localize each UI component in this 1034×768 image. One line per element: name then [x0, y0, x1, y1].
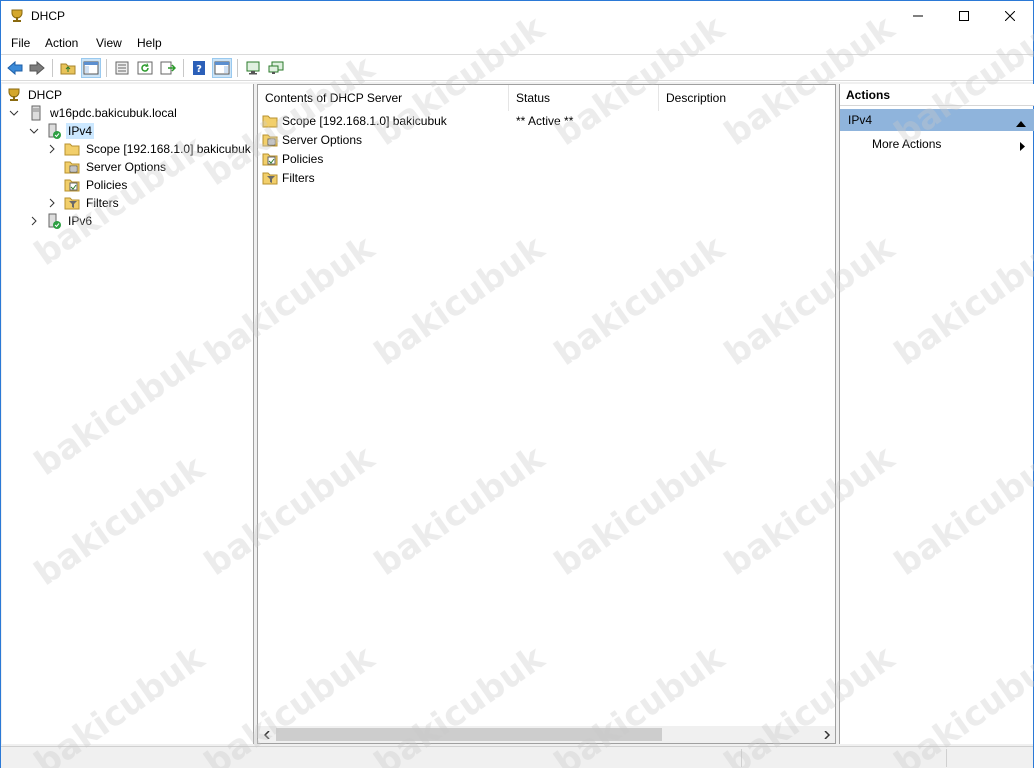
- list-item[interactable]: Server Options: [262, 130, 822, 149]
- list-item[interactable]: Scope [192.168.1.0] bakicubuk ** Active …: [262, 111, 822, 130]
- menu-view[interactable]: View: [96, 36, 122, 50]
- actions-group-label: IPv4: [848, 113, 873, 127]
- dhcp-app-icon: [9, 8, 25, 24]
- chevron-right-icon[interactable]: [46, 143, 58, 155]
- server-options-icon: [64, 159, 80, 175]
- status-segment: [741, 749, 742, 767]
- export-list-icon[interactable]: [158, 58, 178, 78]
- list-item-name: Filters: [282, 170, 315, 185]
- main-area: DHCP w16pdc.bakicubuk.local IPv4 Scope […: [1, 82, 1034, 746]
- more-actions-link[interactable]: More Actions: [872, 137, 941, 151]
- list-item-name: Scope [192.168.1.0] bakicubuk: [282, 113, 447, 128]
- status-bar: [1, 746, 1033, 768]
- tree-node-scope[interactable]: Scope [192.168.1.0] bakicubuk: [46, 140, 253, 158]
- horizontal-scrollbar[interactable]: [258, 726, 835, 743]
- column-header-status[interactable]: Status: [509, 85, 659, 111]
- close-button[interactable]: [987, 1, 1033, 31]
- list-item-status: ** Active **: [516, 113, 574, 128]
- window-title: DHCP: [31, 9, 66, 23]
- add-server-icon[interactable]: [266, 58, 286, 78]
- tree-node-server[interactable]: w16pdc.bakicubuk.local: [8, 104, 179, 122]
- column-header-description[interactable]: Description: [659, 85, 835, 111]
- tree-label: DHCP: [28, 88, 63, 102]
- chevron-down-icon[interactable]: [28, 125, 40, 137]
- filter-icon: [262, 170, 278, 186]
- show-hide-console-tree-icon[interactable]: [81, 58, 101, 78]
- scrollbar-thumb[interactable]: [276, 728, 662, 741]
- dhcp-trophy-icon: [6, 87, 22, 103]
- menu-file[interactable]: File: [11, 36, 30, 50]
- status-segment: [946, 749, 947, 767]
- forward-arrow-icon[interactable]: [27, 58, 47, 78]
- list-item[interactable]: Policies: [262, 149, 822, 168]
- tree-label: IPv6: [68, 214, 93, 228]
- back-arrow-icon[interactable]: [5, 58, 25, 78]
- tree-label: Filters: [86, 196, 119, 210]
- tree-node-filters[interactable]: Filters: [46, 194, 121, 212]
- tree-label: IPv4: [66, 123, 95, 139]
- tree-node-ipv4[interactable]: IPv4: [28, 122, 95, 140]
- toolbar: ?: [1, 54, 1033, 81]
- list-item[interactable]: Filters: [262, 168, 822, 187]
- tree-node-policies[interactable]: Policies: [64, 176, 129, 194]
- filter-icon: [64, 195, 80, 211]
- title-bar: DHCP: [1, 1, 1033, 31]
- maximize-button[interactable]: [941, 1, 987, 31]
- tree-label: w16pdc.bakicubuk.local: [50, 106, 177, 120]
- properties-icon[interactable]: [112, 58, 132, 78]
- console-tree: DHCP w16pdc.bakicubuk.local IPv4 Scope […: [2, 84, 254, 744]
- refresh-icon[interactable]: [135, 58, 155, 78]
- list-item-name: Policies: [282, 151, 324, 166]
- chevron-right-icon[interactable]: [46, 197, 58, 209]
- minimize-button[interactable]: [895, 1, 941, 31]
- server-icon: [28, 105, 44, 121]
- tree-label: Server Options: [86, 160, 167, 174]
- policies-icon: [262, 151, 278, 167]
- ipv4-server-icon: [46, 123, 62, 139]
- actions-group-ipv4[interactable]: IPv4: [840, 109, 1034, 131]
- svg-text:?: ?: [196, 64, 202, 75]
- tree-node-server-options[interactable]: Server Options: [64, 158, 168, 176]
- tree-node-dhcp[interactable]: DHCP: [6, 86, 64, 104]
- authorize-server-icon[interactable]: [243, 58, 263, 78]
- menu-bar: File Action View Help: [1, 32, 1033, 54]
- chevron-down-icon[interactable]: [8, 107, 20, 119]
- menu-action[interactable]: Action: [45, 36, 78, 50]
- up-folder-icon[interactable]: [58, 58, 78, 78]
- tree-label: Policies: [86, 178, 128, 192]
- folder-icon: [64, 141, 80, 157]
- scroll-left-icon[interactable]: [258, 726, 275, 743]
- tree-label: Scope [192.168.1.0] bakicubuk: [86, 142, 251, 156]
- submenu-arrow-icon[interactable]: [1020, 140, 1025, 154]
- dhcp-window: DHCP File Action View Help ? DHCP w16pdc…: [0, 0, 1034, 768]
- policies-icon: [64, 177, 80, 193]
- toolbar-separator: [183, 59, 184, 77]
- scroll-right-icon[interactable]: [818, 726, 835, 743]
- actions-title: Actions: [840, 84, 1034, 106]
- list-item-name: Server Options: [282, 132, 363, 147]
- ipv6-server-icon: [46, 213, 62, 229]
- chevron-right-icon[interactable]: [28, 215, 40, 227]
- toolbar-separator: [237, 59, 238, 77]
- server-options-icon: [262, 132, 278, 148]
- column-header-contents[interactable]: Contents of DHCP Server: [258, 85, 509, 111]
- menu-help[interactable]: Help: [137, 36, 162, 50]
- collapse-caret-icon[interactable]: [1016, 116, 1026, 130]
- results-pane: Contents of DHCP Server Status Descripti…: [257, 84, 836, 744]
- folder-icon: [262, 113, 278, 129]
- tree-node-ipv6[interactable]: IPv6: [28, 212, 94, 230]
- toolbar-separator: [52, 59, 53, 77]
- help-icon[interactable]: ?: [189, 58, 209, 78]
- toolbar-separator: [106, 59, 107, 77]
- show-action-pane-icon[interactable]: [212, 58, 232, 78]
- actions-pane: Actions IPv4 More Actions: [839, 84, 1034, 744]
